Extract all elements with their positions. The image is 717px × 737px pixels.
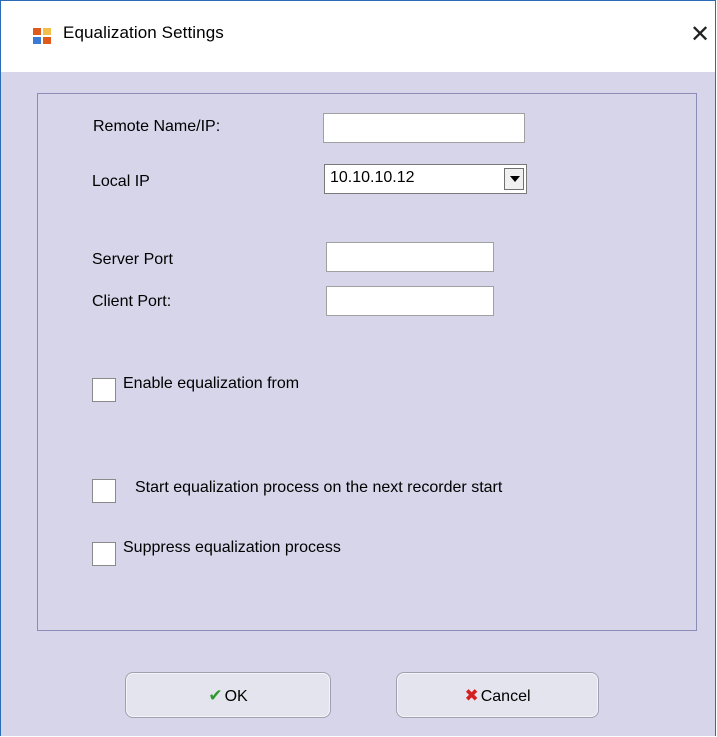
cancel-button-content: ✖ Cancel	[397, 686, 598, 706]
client-port-input[interactable]	[326, 286, 494, 316]
ok-button[interactable]: ✔ OK	[125, 672, 331, 718]
suppress-option[interactable]: Suppress equalization process	[92, 539, 392, 566]
dropdown-arrow-button[interactable]	[504, 168, 524, 190]
enable-equalization-option[interactable]: Enable equalization from	[92, 375, 352, 402]
window-app-icon	[33, 28, 51, 44]
dialog-window: Equalization Settings ✕ Remote Name/IP: …	[0, 0, 716, 736]
remote-name-label: Remote Name/IP:	[93, 118, 221, 135]
local-ip-value: 10.10.10.12	[330, 169, 415, 186]
server-port-label: Server Port	[92, 251, 173, 268]
enable-equalization-checkbox[interactable]	[92, 378, 116, 402]
title-bar: Equalization Settings ✕	[1, 1, 715, 72]
server-port-input[interactable]	[326, 242, 494, 272]
start-next-checkbox[interactable]	[92, 479, 116, 503]
remote-name-input[interactable]	[323, 113, 525, 143]
suppress-label: Suppress equalization process	[123, 539, 341, 556]
window-title: Equalization Settings	[63, 23, 224, 42]
local-ip-dropdown[interactable]: 10.10.10.12	[324, 164, 527, 194]
checkmark-icon: ✔	[208, 686, 223, 706]
start-next-option[interactable]: Start equalization process on the next r…	[92, 479, 562, 505]
start-next-label: Start equalization process on the next r…	[135, 479, 503, 496]
cancel-button[interactable]: ✖ Cancel	[396, 672, 599, 718]
ok-button-content: ✔ OK	[126, 686, 330, 706]
suppress-checkbox[interactable]	[92, 542, 116, 566]
cancel-button-label: Cancel	[480, 688, 531, 705]
local-ip-label: Local IP	[92, 173, 150, 190]
enable-equalization-label: Enable equalization from	[123, 375, 300, 392]
ok-button-label: OK	[224, 688, 248, 705]
chevron-down-icon	[510, 176, 520, 182]
client-port-label: Client Port:	[92, 293, 172, 310]
x-icon: ✖	[464, 686, 479, 706]
close-icon[interactable]: ✕	[690, 17, 717, 51]
